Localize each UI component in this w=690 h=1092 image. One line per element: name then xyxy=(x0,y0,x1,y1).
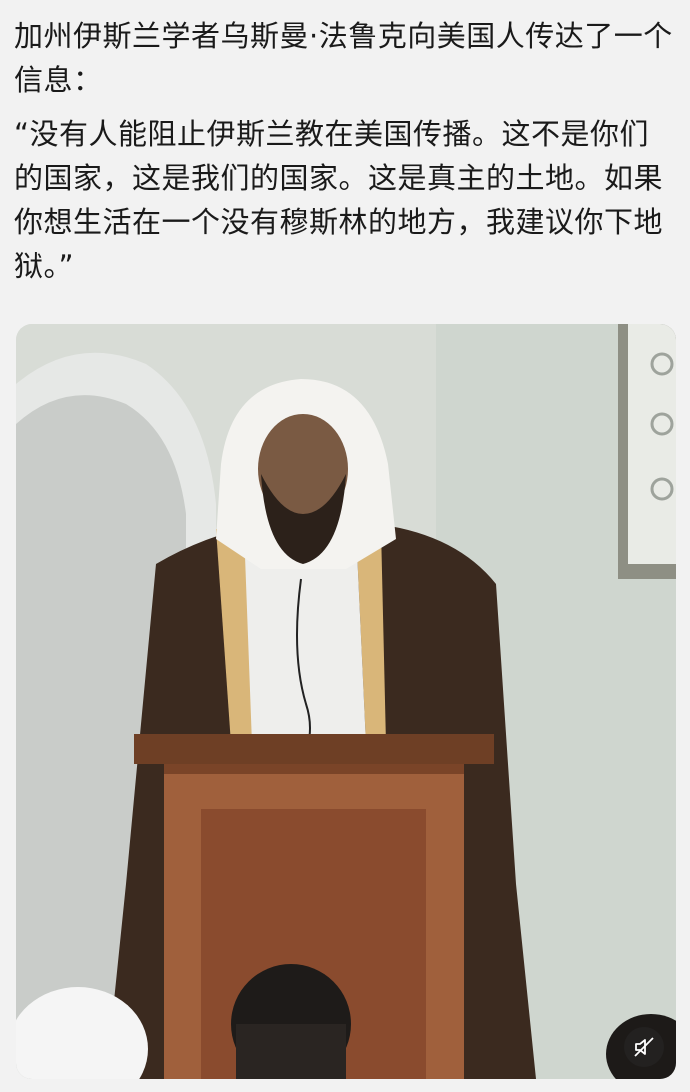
post-quote: “没有人能阻止伊斯兰教在美国传播。这不是你们的国家，这是我们的国家。这是真主的土… xyxy=(14,117,664,283)
video-frame xyxy=(16,324,676,1079)
speaker-muted-icon xyxy=(633,1036,655,1058)
video-player[interactable] xyxy=(16,324,676,1079)
mute-button[interactable] xyxy=(624,1027,664,1067)
post-headline: 加州伊斯兰学者乌斯曼·法鲁克向美国人传达了一个信息： xyxy=(14,19,673,97)
post-text: 加州伊斯兰学者乌斯曼·法鲁克向美国人传达了一个信息： “没有人能阻止伊斯兰教在美… xyxy=(14,14,676,288)
